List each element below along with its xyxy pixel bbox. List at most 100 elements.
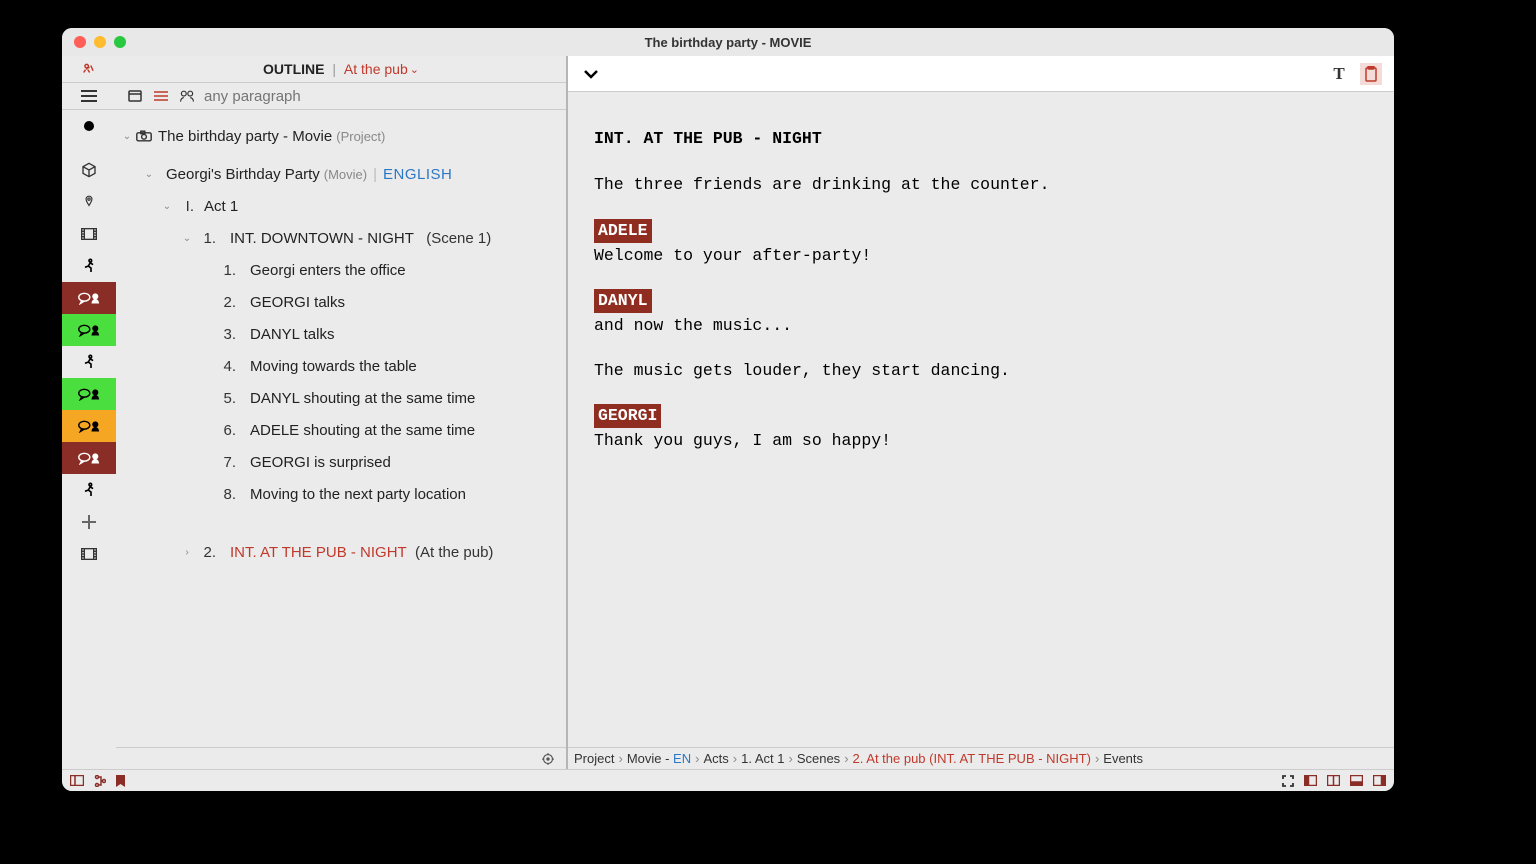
action-line: The three friends are drinking at the co… [594,174,1394,196]
list-red-icon[interactable] [152,91,170,101]
rail-pin-icon[interactable] [62,186,116,218]
rail-speech-person-2[interactable] [62,314,116,346]
rail-speech-person-4[interactable] [62,410,116,442]
dialogue-block: ADELE Welcome to your after-party! [594,219,1394,268]
movie-language[interactable]: ENGLISH [383,166,452,183]
movie-type: (Movie) [324,167,367,182]
status-bar [62,769,1394,791]
status-fullscreen-icon[interactable] [1282,775,1294,787]
bc-acts[interactable]: Acts [703,751,728,766]
rail-running-icon-1[interactable] [62,250,116,282]
script-body[interactable]: INT. AT THE PUB - NIGHT The three friend… [568,92,1394,747]
filter-input[interactable] [204,88,556,105]
status-bookmark-icon[interactable] [116,775,125,787]
window-controls [74,36,126,48]
status-tree-icon[interactable] [94,775,106,787]
script-panel: T INT. AT THE PUB - NIGHT The three frie… [568,56,1394,769]
rail-filmstrip-icon[interactable] [62,218,116,250]
tree-event-row[interactable]: 4.Moving towards the table [120,350,566,382]
expand-button[interactable] [580,63,602,85]
camera-icon [136,130,152,142]
rail-running-icon-3[interactable] [62,474,116,506]
rail-speech-person-5[interactable] [62,442,116,474]
project-title: The birthday party - Movie [158,128,332,145]
bc-movie[interactable]: Movie - EN [627,751,691,766]
outline-label: OUTLINE [263,61,324,77]
rail-header-icon[interactable] [62,56,116,83]
tree-event-row[interactable]: 6.ADELE shouting at the same time [120,414,566,446]
act-title: Act 1 [204,198,238,215]
scene-heading: INT. AT THE PUB - NIGHT [594,128,1394,150]
people-icon[interactable] [178,89,196,103]
character-cue: GEORGI [594,404,661,428]
text-style-button[interactable]: T [1328,63,1350,85]
status-layout-3-icon[interactable] [1350,775,1363,786]
tree-event-row[interactable]: 1.Georgi enters the office [120,254,566,286]
chevron-down-icon[interactable] [142,169,156,180]
dialogue-block: DANYL and now the music... [594,289,1394,338]
bc-act1[interactable]: 1. Act 1 [741,751,784,766]
card-icon[interactable] [126,90,144,102]
dialogue-text: Welcome to your after-party! [594,245,1394,267]
scene-slug: INT. DOWNTOWN - NIGHT [230,230,414,247]
chevron-down-icon[interactable] [120,131,134,142]
close-window-button[interactable] [74,36,86,48]
tree-scene-row-2[interactable]: 2. INT. AT THE PUB - NIGHT (At the pub) [120,536,566,568]
rail-speech-person-1[interactable] [62,282,116,314]
rail-filmstrip-icon-2[interactable] [62,538,116,570]
rail-running-icon-2[interactable] [62,346,116,378]
breadcrumb: Project› Movie - EN› Acts› 1. Act 1› Sce… [568,747,1394,769]
character-cue: ADELE [594,219,652,243]
clipboard-button[interactable] [1360,63,1382,85]
window-title: The birthday party - MOVIE [62,35,1394,50]
bc-current-scene[interactable]: 2. At the pub (INT. AT THE PUB - NIGHT) [853,751,1091,766]
titlebar: The birthday party - MOVIE [62,28,1394,56]
rail-hamburger[interactable] [62,83,116,110]
status-layout-4-icon[interactable] [1373,775,1386,786]
tree-project-row[interactable]: The birthday party - Movie (Project) [120,120,566,152]
status-layout-1-icon[interactable] [1304,775,1317,786]
filter-row [116,83,566,110]
movie-title: Georgi's Birthday Party [166,166,320,183]
outline-panel: OUTLINE | At the pub ⌄ [116,56,568,769]
act-roman: I. [174,198,194,215]
bc-project[interactable]: Project [574,751,614,766]
minimize-window-button[interactable] [94,36,106,48]
project-type: (Project) [336,129,385,144]
content-area: OUTLINE | At the pub ⌄ [62,56,1394,769]
scene2-slug: INT. AT THE PUB - NIGHT [230,544,407,561]
rail-cube-icon[interactable] [62,154,116,186]
dialogue-text: Thank you guys, I am so happy! [594,430,1394,452]
outline-footer [116,747,566,769]
character-cue: DANYL [594,289,652,313]
maximize-window-button[interactable] [114,36,126,48]
app-window: The birthday party - MOVIE [62,28,1394,791]
rail-dot-icon[interactable] [62,110,116,142]
outline-header[interactable]: OUTLINE | At the pub ⌄ [116,56,566,83]
rail-speech-person-3[interactable] [62,378,116,410]
bc-scenes[interactable]: Scenes [797,751,840,766]
tree-movie-row[interactable]: Georgi's Birthday Party (Movie) | ENGLIS… [120,158,566,190]
scene2-label: (At the pub) [407,544,494,561]
scene-label: (Scene 1) [418,230,491,247]
chevron-down-icon[interactable] [160,201,174,212]
rail-add-icon[interactable] [62,506,116,538]
tree-scene-row-1[interactable]: 1. INT. DOWNTOWN - NIGHT (Scene 1) [120,222,566,254]
tree-event-row[interactable]: 2.GEORGI talks [120,286,566,318]
tree-event-row[interactable]: 5.DANYL shouting at the same time [120,382,566,414]
chevron-down-icon[interactable] [180,233,194,244]
tree-event-row[interactable]: 3.DANYL talks [120,318,566,350]
status-panels-icon[interactable] [70,775,84,786]
tree-event-row[interactable]: 8.Moving to the next party location [120,478,566,510]
tree-event-row[interactable]: 7.GEORGI is surprised [120,446,566,478]
outline-scene-name: At the pub [344,61,408,77]
dialogue-text: and now the music... [594,315,1394,337]
tree-act-row[interactable]: I. Act 1 [120,190,566,222]
chevron-right-icon[interactable] [180,547,194,558]
script-toolbar: T [568,56,1394,92]
target-icon[interactable] [542,753,554,765]
status-layout-2-icon[interactable] [1327,775,1340,786]
bc-events[interactable]: Events [1103,751,1143,766]
outline-tree: The birthday party - Movie (Project) Geo… [116,110,566,747]
dialogue-block: GEORGI Thank you guys, I am so happy! [594,404,1394,453]
